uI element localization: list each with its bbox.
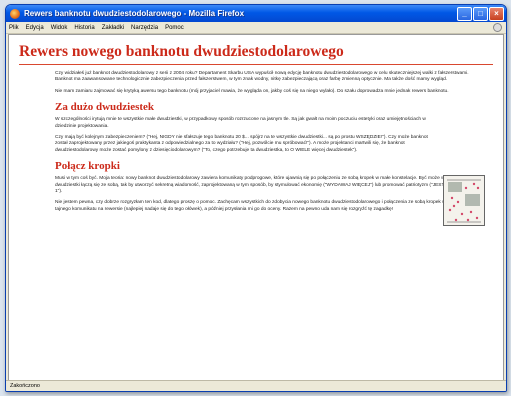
intro-paragraph-1: Czy widziałeś już banknot dwudziestodola…: [55, 71, 469, 83]
section2-paragraph-2: Nie jestem pewna, czy dobrze rozgryzłam …: [55, 200, 485, 212]
title-bar[interactable]: Rewers banknotu dwudziestodolarowego - M…: [6, 5, 506, 22]
section-heading-connect-dots: Połącz kropki: [55, 160, 120, 173]
title-divider: [19, 64, 493, 65]
throbber-icon: [493, 23, 502, 32]
status-bar: Zakończono: [6, 380, 506, 391]
close-button[interactable]: ×: [489, 6, 504, 21]
section1-paragraph-1: W szczególności irytują mnie te wszystki…: [55, 117, 426, 129]
browser-window: Rewers banknotu dwudziestodolarowego - M…: [5, 4, 507, 392]
minimize-button[interactable]: _: [457, 6, 472, 21]
page-title: Rewers nowego banknotu dwudziestodolarow…: [19, 43, 344, 60]
section1-paragraph-2: Czy mają być kolejnym zabezpieczeniem? (…: [55, 135, 428, 153]
section2-paragraph-1: Musi w tym coś być. Moja teoria: nowy ba…: [55, 176, 485, 195]
menu-help[interactable]: Pomoc: [165, 25, 184, 31]
banknote-reverse-image: [444, 176, 484, 225]
menu-bar: Plik Edycja Widok Historia Zakładki Narz…: [6, 22, 506, 34]
article: Czy widziałeś już banknot dwudziestodola…: [55, 71, 485, 226]
window-title: Rewers banknotu dwudziestodolarowego - M…: [24, 9, 245, 18]
menu-view[interactable]: Widok: [51, 25, 68, 31]
section-heading-too-many-twenties: Za dużo dwudziestek: [55, 101, 155, 114]
firefox-icon: [10, 8, 20, 19]
menu-edit[interactable]: Edycja: [26, 25, 44, 31]
intro-paragraph-2: Nie mam zamiaru zajmować się krytyką awe…: [55, 88, 449, 94]
page-content[interactable]: Rewers nowego banknotu dwudziestodolarow…: [8, 34, 504, 381]
menu-tools[interactable]: Narzędzia: [131, 25, 158, 31]
status-text: Zakończono: [10, 383, 40, 389]
menu-history[interactable]: Historia: [74, 25, 94, 31]
banknote-thumbnail[interactable]: [443, 175, 485, 226]
maximize-button[interactable]: □: [473, 6, 488, 21]
menu-bookmarks[interactable]: Zakładki: [102, 25, 124, 31]
menu-file[interactable]: Plik: [9, 25, 19, 31]
